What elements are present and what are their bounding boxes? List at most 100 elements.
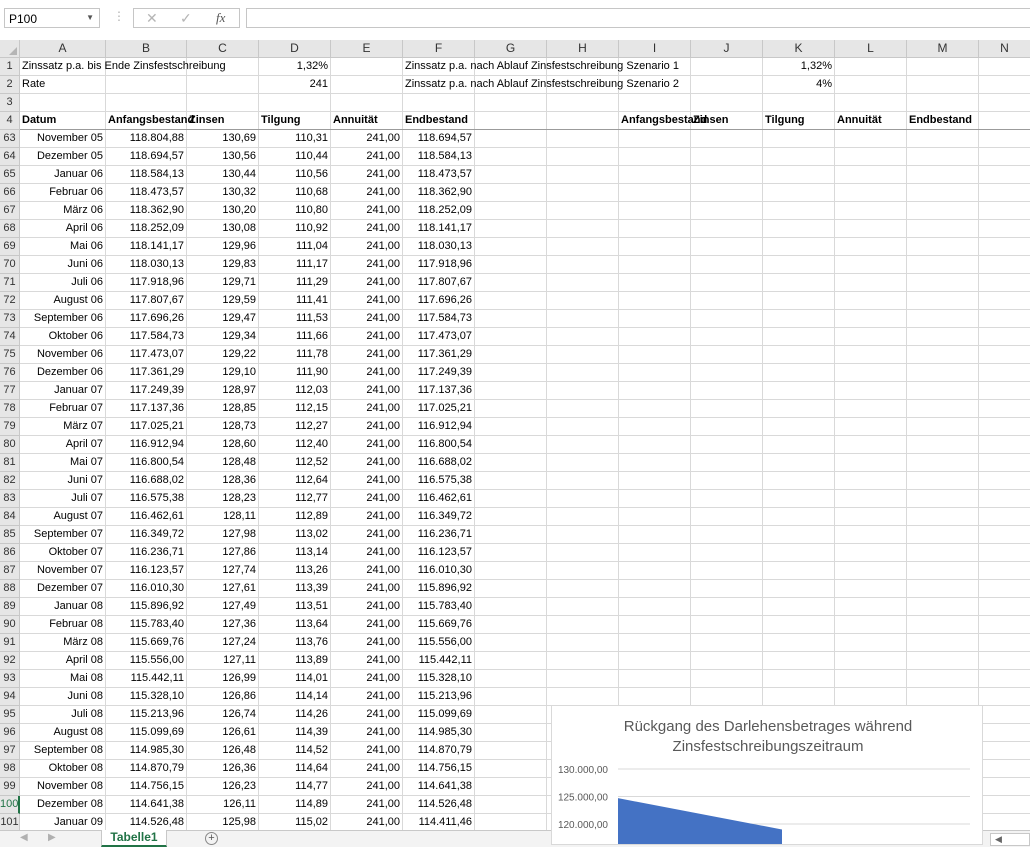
row-header[interactable]: 65	[0, 166, 20, 184]
row-header[interactable]: 85	[0, 526, 20, 544]
cell-c[interactable]: 129,10	[187, 364, 259, 382]
cell-a[interactable]: Oktober 06	[20, 328, 106, 346]
cell-b[interactable]: 115.099,69	[106, 724, 187, 742]
cell-k[interactable]	[763, 400, 835, 418]
cell-a[interactable]: Januar 07	[20, 382, 106, 400]
cell-a[interactable]: Juni 06	[20, 256, 106, 274]
cell-l[interactable]	[835, 328, 907, 346]
cell-g[interactable]	[475, 598, 547, 616]
cell-g[interactable]	[475, 670, 547, 688]
cell-c[interactable]: 126,48	[187, 742, 259, 760]
cell-f[interactable]: 117.918,96	[403, 256, 475, 274]
cell-i[interactable]	[619, 508, 691, 526]
cell-a[interactable]: März 06	[20, 202, 106, 220]
cell-h[interactable]	[547, 310, 619, 328]
cell-h[interactable]	[547, 346, 619, 364]
cell-j[interactable]	[691, 256, 763, 274]
cell-b[interactable]: 114.985,30	[106, 742, 187, 760]
cell-j[interactable]	[691, 382, 763, 400]
cell-b[interactable]: 114.526,48	[106, 814, 187, 830]
cell-e[interactable]: 241,00	[331, 418, 403, 436]
cell-e[interactable]: 241,00	[331, 634, 403, 652]
cell-m[interactable]	[907, 652, 979, 670]
cell-i[interactable]	[619, 634, 691, 652]
cell-i[interactable]: Anfangsbestand	[619, 112, 707, 130]
cell-e[interactable]: 241,00	[331, 274, 403, 292]
cell-h[interactable]	[547, 166, 619, 184]
cell-k[interactable]	[763, 490, 835, 508]
cell-a[interactable]: Oktober 08	[20, 760, 106, 778]
cell-e[interactable]: 241,00	[331, 814, 403, 830]
cell-h[interactable]	[547, 130, 619, 148]
cell-j[interactable]	[691, 220, 763, 238]
cell-c[interactable]: 128,85	[187, 400, 259, 418]
cell-k[interactable]	[763, 526, 835, 544]
cell-l[interactable]	[835, 148, 907, 166]
cell-a[interactable]: Februar 06	[20, 184, 106, 202]
cell-d[interactable]: 113,51	[259, 598, 331, 616]
cell-d[interactable]: 110,80	[259, 202, 331, 220]
cell-h[interactable]	[547, 472, 619, 490]
cancel-icon[interactable]: ✕	[146, 10, 158, 27]
cell-d[interactable]: 111,66	[259, 328, 331, 346]
cell-n[interactable]	[979, 472, 1030, 490]
cell-j[interactable]	[691, 526, 763, 544]
cell-h[interactable]	[547, 598, 619, 616]
cell-j[interactable]	[691, 310, 763, 328]
cell-f[interactable]: 115.783,40	[403, 598, 475, 616]
cell-f[interactable]: 116.010,30	[403, 562, 475, 580]
cell-g[interactable]	[475, 112, 547, 130]
cell-i[interactable]	[619, 580, 691, 598]
cell-g[interactable]	[475, 184, 547, 202]
cell-f[interactable]: 117.696,26	[403, 292, 475, 310]
cell-k[interactable]	[763, 454, 835, 472]
cell-i[interactable]	[619, 652, 691, 670]
cell-f[interactable]: 117.584,73	[403, 310, 475, 328]
cell-b[interactable]: 117.807,67	[106, 292, 187, 310]
cell-c[interactable]: 128,48	[187, 454, 259, 472]
column-header-n[interactable]: N	[979, 40, 1030, 58]
cell-c[interactable]	[187, 76, 259, 94]
cell-f[interactable]: Zinssatz p.a. nach Ablauf Zinsfestschrei…	[403, 76, 679, 94]
cell-g[interactable]	[475, 760, 547, 778]
cell-m[interactable]	[907, 238, 979, 256]
cell-j[interactable]	[691, 400, 763, 418]
cell-j[interactable]	[691, 274, 763, 292]
cell-k[interactable]	[763, 202, 835, 220]
cell-a[interactable]: Februar 08	[20, 616, 106, 634]
cell-g[interactable]	[475, 526, 547, 544]
cell-a[interactable]: November 07	[20, 562, 106, 580]
cell-m[interactable]	[907, 436, 979, 454]
cell-n[interactable]	[979, 598, 1030, 616]
cell-e[interactable]: 241,00	[331, 346, 403, 364]
cell-k[interactable]	[763, 94, 835, 112]
cell-j[interactable]	[691, 652, 763, 670]
cell-f[interactable]: 114.526,48	[403, 796, 475, 814]
cell-l[interactable]	[835, 580, 907, 598]
cell-f[interactable]: 115.896,92	[403, 580, 475, 598]
row-header[interactable]: 66	[0, 184, 20, 202]
cell-b[interactable]: 118.584,13	[106, 166, 187, 184]
cell-j[interactable]	[691, 544, 763, 562]
cell-e[interactable]: 241,00	[331, 238, 403, 256]
cell-b[interactable]: 114.641,38	[106, 796, 187, 814]
cell-h[interactable]	[547, 634, 619, 652]
cell-l[interactable]	[835, 130, 907, 148]
select-all-corner[interactable]	[0, 40, 20, 58]
cell-e[interactable]: 241,00	[331, 364, 403, 382]
cell-j[interactable]	[691, 562, 763, 580]
row-header[interactable]: 69	[0, 238, 20, 256]
cell-e[interactable]: 241,00	[331, 760, 403, 778]
cell-b[interactable]: 118.804,88	[106, 130, 187, 148]
cell-l[interactable]: Annuität	[835, 112, 907, 130]
cell-j[interactable]	[691, 346, 763, 364]
cell-b[interactable]: 117.918,96	[106, 274, 187, 292]
cell-d[interactable]: 114,89	[259, 796, 331, 814]
cell-g[interactable]	[475, 580, 547, 598]
cell-c[interactable]: 127,74	[187, 562, 259, 580]
cell-b[interactable]: 116.123,57	[106, 562, 187, 580]
cell-l[interactable]	[835, 670, 907, 688]
cell-m[interactable]	[907, 670, 979, 688]
cell-i[interactable]	[619, 94, 691, 112]
cell-n[interactable]	[979, 58, 1030, 76]
